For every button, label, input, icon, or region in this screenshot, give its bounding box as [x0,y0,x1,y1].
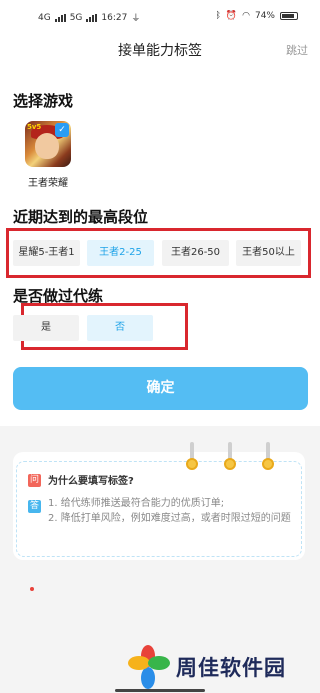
status-time: 16:27 [101,12,128,23]
game-option-wzry[interactable]: 5v5 ✓ 王者荣耀 [20,121,76,189]
rank-section-title: 近期达到的最高段位 [13,208,149,226]
alarm-icon: ⏰ [225,11,238,21]
status-bar: 4G 5G 16:27 ⏚ ᛒ ⏰ ◠ 74% [0,0,320,30]
faq-answer: 1. 给代练师推送最符合能力的优质订单; 2. 降低打单风险，例如难度过高，或者… [48,496,298,526]
signal-label-2: 5G [69,12,83,23]
watermark-text: 周佳软件园 [176,656,286,680]
wifi-icon: ◠ [242,11,250,21]
battery-icon [280,12,298,20]
binder-ring-icon [262,442,274,472]
rank-option-0[interactable]: 星耀5-王者1 [13,240,80,266]
signal-label-1: 4G [38,12,51,23]
signal-icon [54,13,66,22]
rank-option-1[interactable]: 王者2-25 [87,240,154,266]
watermark-logo-icon [126,645,170,689]
skip-button[interactable]: 跳过 [286,42,308,58]
game-icon: 5v5 ✓ [25,121,71,167]
home-indicator [115,689,205,692]
indicator-dot [30,587,34,591]
faq-answer-line-2: 2. 降低打单风险，例如难度过高，或者时限过短的问题 [48,513,291,524]
watermark: 周佳软件园 [126,645,286,689]
faq-answer-line-1: 1. 给代练师推送最符合能力的优质订单; [48,498,225,509]
game-name: 王者荣耀 [28,178,68,189]
signal-icon-2 [86,13,98,22]
booster-option-yes[interactable]: 是 [13,315,79,341]
rank-option-2[interactable]: 王者26-50 [162,240,229,266]
page-title: 接单能力标签 [118,43,202,59]
binder-ring-icon [186,442,198,472]
bluetooth-icon: ᛒ [215,11,221,21]
game-section-title: 选择游戏 [13,92,74,110]
check-icon: ✓ [55,123,69,137]
question-badge: 问 [28,474,41,487]
binder-ring-icon [224,442,236,472]
faq-question: 为什么要填写标签? [48,476,134,487]
confirm-button[interactable]: 确定 [13,367,308,410]
rank-option-3[interactable]: 王者50以上 [236,240,301,266]
battery-percent: 74% [254,11,275,21]
header: 接单能力标签 跳过 [0,38,320,62]
booster-option-no[interactable]: 否 [87,315,153,341]
answer-badge: 答 [28,500,41,513]
usb-icon: ⏚ [131,14,141,24]
game-icon-badge: 5v5 [27,123,42,131]
